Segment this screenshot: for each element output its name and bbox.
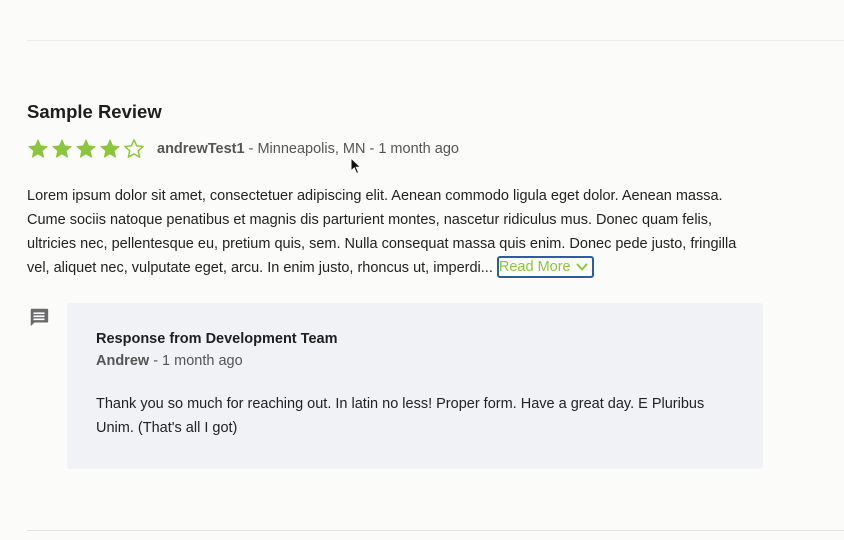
read-more-button[interactable]: Read More (496, 256, 594, 279)
bottom-divider (27, 530, 844, 531)
mouse-cursor-icon (350, 157, 362, 175)
star-filled-icon (52, 139, 72, 158)
star-filled-icon (100, 139, 120, 158)
comment-icon (30, 308, 49, 327)
review-author: andrewTest1 (157, 141, 245, 157)
response-body: Thank you so much for reaching out. In l… (96, 396, 705, 436)
response-author: Andrew (96, 353, 150, 369)
review-location-time: - Minneapolis, MN - 1 month ago (244, 141, 459, 157)
review-meta: andrewTest1 - Minneapolis, MN - 1 month … (27, 137, 459, 161)
star-filled-icon (28, 139, 48, 158)
read-more-label: Read More (498, 259, 571, 276)
response-time: - 1 month ago (149, 353, 243, 369)
response-meta: Andrew - 1 month ago (96, 353, 243, 369)
top-divider (27, 40, 844, 41)
review-text: Lorem ipsum dolor sit amet, consectetuer… (27, 188, 737, 276)
star-filled-icon (76, 139, 96, 158)
response-card: Response from Development Team Andrew - … (67, 303, 763, 469)
chevron-down-icon (576, 263, 588, 271)
review-page: Sample Review andrewTest1 - Minneapolis,… (0, 0, 844, 540)
review-body: Lorem ipsum dolor sit amet, consectetuer… (27, 184, 762, 280)
response-heading: Response from Development Team (96, 331, 338, 347)
star-rating (27, 138, 147, 160)
review-title: Sample Review (27, 101, 162, 122)
star-outline-icon (124, 139, 144, 158)
